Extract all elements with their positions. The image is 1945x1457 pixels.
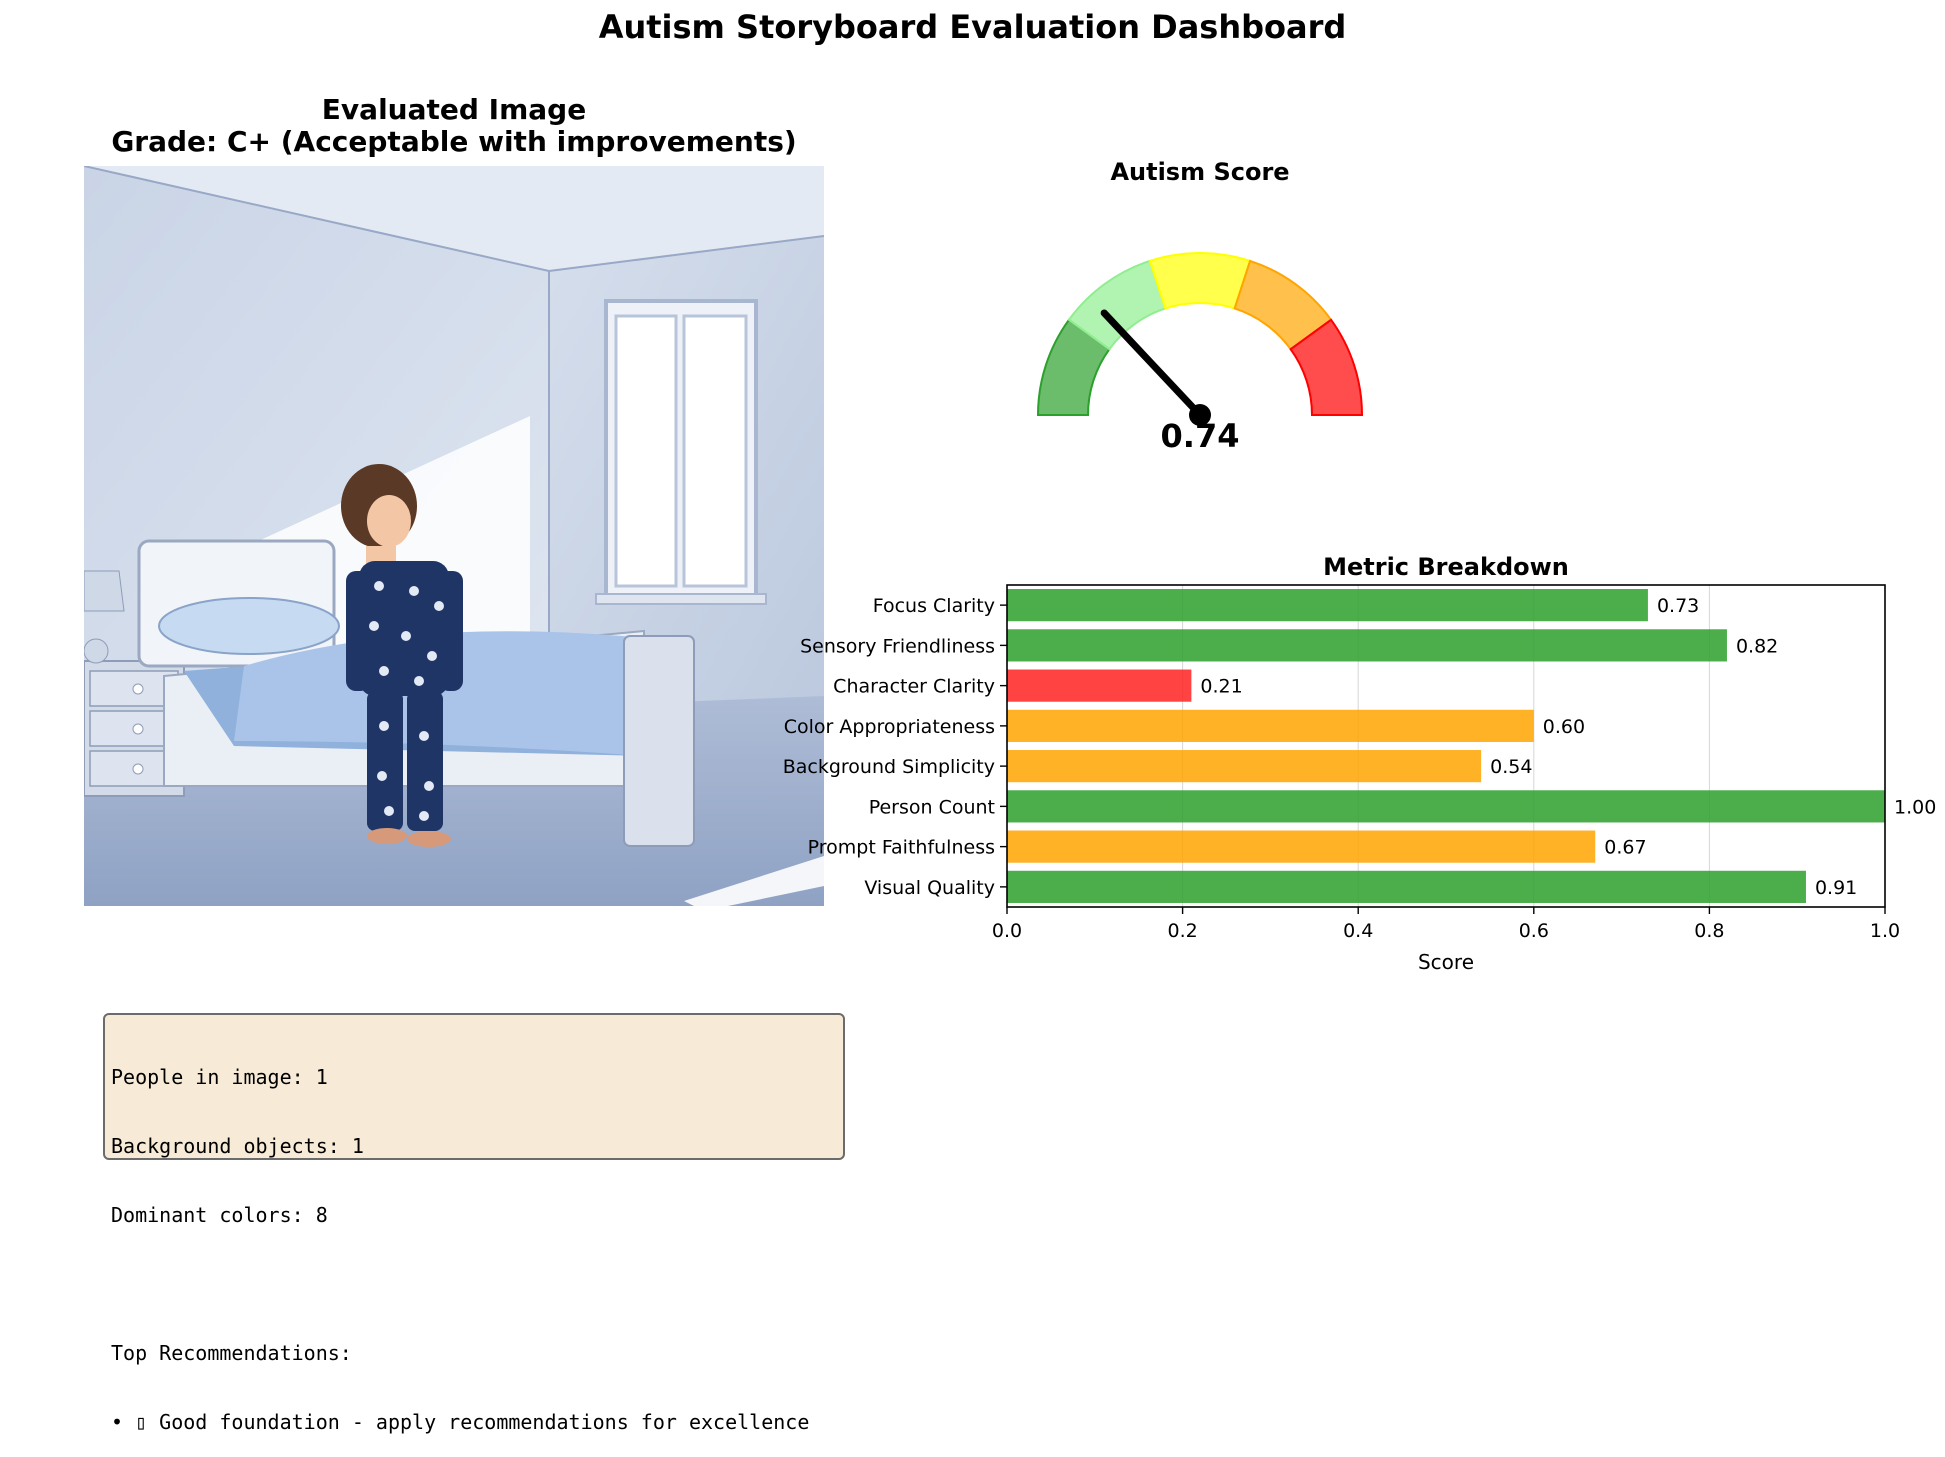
stat-background-objects: Background objects: 1 <box>111 1134 364 1158</box>
bar-chart-bars: 0.73 0.82 0.21 0.60 0.54 1.00 0.67 0.91 <box>1007 589 1936 903</box>
x-tick-label: 0.8 <box>1694 920 1724 942</box>
metric-breakdown-chart: Metric Breakdown 0.73 0.82 0.21 0.60 0.54 1.0… <box>783 553 1937 974</box>
gauge-needle <box>1100 309 1204 419</box>
category-label: Color Appropriateness <box>784 716 995 738</box>
autism-score-gauge: 0.74 <box>1036 252 1364 455</box>
bar-value-label: 0.21 <box>1200 676 1242 698</box>
bar-value-label: 1.00 <box>1894 796 1936 818</box>
category-label: Sensory Friendliness <box>800 635 995 657</box>
category-label: Person Count <box>869 796 995 818</box>
bar <box>1007 709 1534 742</box>
bar-chart-x-axis-label: Score <box>1418 950 1474 974</box>
bar-value-label: 0.67 <box>1604 837 1646 859</box>
recommendation-item: • ▯ Good foundation - apply recommendati… <box>111 1410 810 1434</box>
stat-people: People in image: 1 <box>111 1065 328 1089</box>
x-tick-label: 0.6 <box>1519 920 1549 942</box>
bar <box>1007 589 1648 622</box>
stat-dominant-colors: Dominant colors: 8 <box>111 1203 328 1227</box>
image-stats-box: People in image: 1 Background objects: 1… <box>103 1013 845 1434</box>
gauge-segments <box>1036 252 1364 416</box>
gauge-title: Autism Score <box>1110 158 1290 186</box>
image-panel-title-line1: Evaluated Image <box>321 93 587 126</box>
bar <box>1007 830 1596 863</box>
bar-value-label: 0.73 <box>1657 595 1699 617</box>
bar-value-label: 0.82 <box>1736 635 1778 657</box>
image-panel-title: Evaluated Image Grade: C+ (Acceptable wi… <box>84 94 824 158</box>
bar <box>1007 629 1727 662</box>
bar-chart-x-ticks: 0.0 0.2 0.4 0.6 0.8 1.0 <box>992 907 1900 942</box>
grade-label: Grade: C+ (Acceptable with improvements) <box>111 125 797 158</box>
category-label: Character Clarity <box>833 676 995 698</box>
bar <box>1007 750 1482 783</box>
bedroom-illustration <box>84 166 824 906</box>
category-label: Visual Quality <box>864 877 995 899</box>
gauge-value-label: 0.74 <box>1161 417 1240 455</box>
bar <box>1007 669 1192 702</box>
bar-chart-category-labels: Focus Clarity Sensory Friendliness Charact… <box>783 595 1007 899</box>
x-tick-label: 0.4 <box>1343 920 1373 942</box>
category-label: Focus Clarity <box>873 595 995 617</box>
dashboard-title: Autism Storyboard Evaluation Dashboard <box>598 8 1347 46</box>
x-tick-label: 1.0 <box>1870 920 1900 942</box>
bar-value-label: 0.60 <box>1543 716 1585 738</box>
recommendations-heading: Top Recommendations: <box>111 1341 352 1365</box>
x-tick-label: 0.2 <box>1167 920 1197 942</box>
bar-chart-title: Metric Breakdown <box>1323 553 1569 581</box>
bar <box>1007 870 1806 903</box>
bar-value-label: 0.54 <box>1490 756 1532 778</box>
category-label: Background Simplicity <box>783 756 995 778</box>
x-tick-label: 0.0 <box>992 920 1022 942</box>
bar <box>1007 790 1885 823</box>
category-label: Prompt Faithfulness <box>808 837 995 859</box>
evaluated-image <box>84 166 824 906</box>
bar-value-label: 0.91 <box>1815 877 1857 899</box>
gauge-segment <box>1148 252 1252 310</box>
